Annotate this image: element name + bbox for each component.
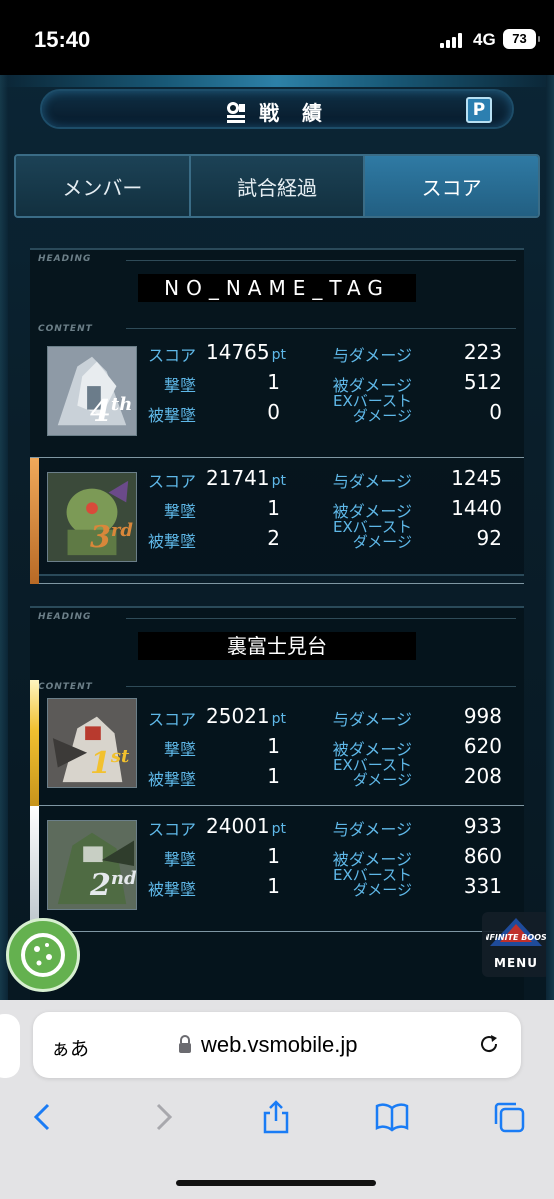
deaths-label: 被撃墜 xyxy=(147,770,196,789)
player-row[interactable]: 3rd スコア 21741 pt 撃墜 1 被撃墜 2 与ダメージ 1245 被ダ… xyxy=(30,458,524,584)
player-row[interactable]: 4th スコア 14765 pt 撃墜 1 被撃墜 0 与ダメージ 223 被ダメ… xyxy=(30,332,524,458)
divider xyxy=(126,260,516,261)
kills-value: 1 xyxy=(267,370,280,394)
team-panel: HEADING 裏富士見台 CONTENT 1st スコア 25021 pt 撃墜… xyxy=(30,606,524,1000)
kills-label: 撃墜 xyxy=(163,850,196,869)
game-logo: INFINITE BOOST xyxy=(486,918,546,946)
dealt-value: 998 xyxy=(463,704,502,728)
cookie-settings-button[interactable] xyxy=(6,918,80,992)
dealt-value: 1245 xyxy=(451,466,502,490)
taken-value: 860 xyxy=(463,844,502,868)
top-glow xyxy=(0,75,554,87)
title-bar: 戦 績 P xyxy=(40,89,514,129)
deaths-value: 0 xyxy=(267,400,280,424)
tab-members[interactable]: メンバー xyxy=(16,156,191,216)
dealt-value: 933 xyxy=(463,814,502,838)
score-value: 14765 pt xyxy=(206,340,287,364)
team-name: NO_NAME_TAG xyxy=(138,274,416,302)
dealt-label: 与ダメージ xyxy=(332,710,412,729)
ex-burst-value: 331 xyxy=(463,874,502,898)
heading-label: HEADING xyxy=(38,612,92,622)
divider xyxy=(126,328,516,329)
rank-color-bar xyxy=(30,680,39,806)
dealt-label: 与ダメージ xyxy=(332,346,412,365)
lock-icon xyxy=(179,1035,191,1053)
score-value: 25021 pt xyxy=(206,704,287,728)
score-value: 21741 pt xyxy=(206,466,287,490)
taken-value: 512 xyxy=(463,370,502,394)
score-page: 戦 績 P メンバー 試合経過 スコア HEADING NO_NAME_TAG … xyxy=(0,75,554,1000)
team-panel: HEADING NO_NAME_TAG CONTENT 4th スコア 1476… xyxy=(30,248,524,584)
dealt-label: 与ダメージ xyxy=(332,820,412,839)
back-icon[interactable] xyxy=(26,1100,60,1134)
divider xyxy=(126,618,516,619)
score-label: スコア xyxy=(147,472,196,491)
url-text[interactable]: web.vsmobile.jp xyxy=(201,1032,358,1058)
menu-label: MENU xyxy=(494,956,538,970)
status-time: 15:40 xyxy=(34,27,91,52)
help-button[interactable]: P xyxy=(466,97,492,123)
team-name: 裏富士見台 xyxy=(138,632,416,660)
address-bar[interactable]: ぁあ web.vsmobile.jp xyxy=(33,1012,521,1078)
deaths-label: 被撃墜 xyxy=(147,532,196,551)
deaths-label: 被撃墜 xyxy=(147,880,196,899)
rank-color-bar xyxy=(30,806,39,932)
forward-icon[interactable] xyxy=(146,1100,180,1134)
signal-icon xyxy=(440,32,466,48)
svg-text:INFINITE BOOST: INFINITE BOOST xyxy=(486,933,546,942)
heading-label: HEADING xyxy=(38,254,92,264)
home-indicator xyxy=(176,1180,376,1186)
battery-icon: 73 xyxy=(503,29,540,49)
rank-1st: 1st xyxy=(90,746,130,781)
taken-value: 1440 xyxy=(451,496,502,520)
kills-value: 1 xyxy=(267,844,280,868)
ex-burst-label: EXバースト ダメージ xyxy=(332,518,412,551)
kills-label: 撃墜 xyxy=(163,740,196,759)
browser-chrome: ぁあ web.vsmobile.jp xyxy=(0,1000,554,1199)
kills-label: 撃墜 xyxy=(163,376,196,395)
kills-label: 撃墜 xyxy=(163,502,196,521)
rank-color-bar xyxy=(30,458,39,584)
dealt-label: 与ダメージ xyxy=(332,472,412,491)
share-icon[interactable] xyxy=(259,1100,293,1134)
dealt-value: 223 xyxy=(463,340,502,364)
tabs-icon[interactable] xyxy=(492,1100,526,1134)
network-type: 4G xyxy=(473,30,496,49)
page-title: 戦 績 xyxy=(259,101,331,125)
bookmarks-icon[interactable] xyxy=(375,1100,409,1134)
rank-4th: 4th xyxy=(90,394,133,429)
ex-burst-value: 0 xyxy=(489,400,502,424)
tab-score[interactable]: スコア xyxy=(365,156,538,216)
ex-burst-value: 92 xyxy=(476,526,502,550)
previous-tab[interactable] xyxy=(0,1014,20,1078)
medal-icon xyxy=(226,101,245,123)
ex-burst-label: EXバースト ダメージ xyxy=(332,392,412,425)
ex-burst-label: EXバースト ダメージ xyxy=(332,756,412,789)
rank-3rd: 3rd xyxy=(90,520,133,555)
kills-value: 1 xyxy=(267,496,280,520)
deaths-value: 1 xyxy=(267,874,280,898)
player-row[interactable]: 1st スコア 25021 pt 撃墜 1 被撃墜 1 与ダメージ 998 被ダメ… xyxy=(30,680,524,806)
ex-burst-value: 208 xyxy=(463,764,502,788)
deaths-value: 1 xyxy=(267,764,280,788)
ex-burst-label: EXバースト ダメージ xyxy=(332,866,412,899)
reload-icon[interactable] xyxy=(477,1032,501,1056)
score-label: スコア xyxy=(147,820,196,839)
page-settings-button[interactable]: ぁあ xyxy=(51,1034,89,1061)
tab-match-progress[interactable]: 試合経過 xyxy=(190,156,366,216)
deaths-label: 被撃墜 xyxy=(147,406,196,425)
score-label: スコア xyxy=(147,346,196,365)
status-bar: 15:40 4G 73 xyxy=(0,0,554,75)
menu-button[interactable]: INFINITE BOOST MENU xyxy=(482,912,550,977)
score-label: スコア xyxy=(147,710,196,729)
player-row[interactable]: 2nd スコア 24001 pt 撃墜 1 被撃墜 1 与ダメージ 933 被ダメ… xyxy=(30,806,524,932)
kills-value: 1 xyxy=(267,734,280,758)
deaths-value: 2 xyxy=(267,526,280,550)
cookie-icon xyxy=(21,933,65,977)
tab-bar: メンバー 試合経過 スコア xyxy=(14,154,540,218)
score-value: 24001 pt xyxy=(206,814,287,838)
taken-value: 620 xyxy=(463,734,502,758)
